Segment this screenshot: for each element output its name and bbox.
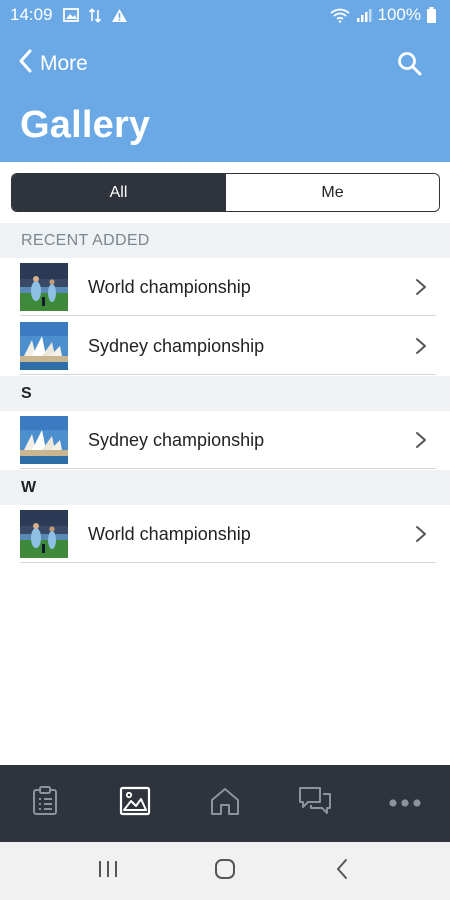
warning-icon bbox=[111, 8, 128, 23]
tab-more[interactable] bbox=[360, 765, 450, 842]
chevron-right-icon bbox=[414, 277, 428, 297]
wifi-icon bbox=[329, 8, 350, 23]
more-dots-icon bbox=[388, 795, 422, 813]
divider bbox=[20, 468, 436, 469]
search-button[interactable] bbox=[396, 50, 424, 78]
page-title: Gallery bbox=[20, 104, 151, 146]
chevron-right-icon bbox=[414, 430, 428, 450]
tab-chat[interactable] bbox=[270, 765, 360, 842]
tab-gallery[interactable] bbox=[90, 765, 180, 842]
item-label: World championship bbox=[88, 523, 251, 544]
top-navigation: More bbox=[0, 42, 450, 86]
signal-icon bbox=[356, 8, 372, 23]
recent-apps-button[interactable] bbox=[88, 851, 128, 891]
back-label: More bbox=[40, 52, 88, 75]
app-header: 14:09 100% More Gallery bbox=[0, 0, 450, 162]
back-button[interactable]: More bbox=[18, 42, 88, 86]
back-arrow-icon bbox=[335, 858, 349, 885]
football-photo-thumbnail bbox=[20, 510, 68, 558]
list-item[interactable]: World championship bbox=[0, 505, 450, 563]
tab-clipboard[interactable] bbox=[0, 765, 90, 842]
segment-all[interactable]: All bbox=[12, 174, 225, 211]
list-item[interactable]: Sydney championship bbox=[0, 411, 450, 469]
back-system-button[interactable] bbox=[322, 851, 362, 891]
status-time: 14:09 bbox=[10, 5, 53, 24]
section-header-s: S bbox=[0, 376, 450, 412]
chevron-left-icon bbox=[18, 49, 32, 79]
home-system-button[interactable] bbox=[205, 851, 245, 891]
image-notification-icon bbox=[62, 8, 79, 22]
list-item[interactable]: World championship bbox=[0, 258, 450, 316]
item-label: World championship bbox=[88, 276, 251, 297]
item-label: Sydney championship bbox=[88, 429, 265, 450]
segment-me[interactable]: Me bbox=[225, 174, 439, 211]
status-bar: 14:09 100% bbox=[0, 0, 450, 30]
clipboard-icon bbox=[31, 786, 59, 821]
opera-house-photo-thumbnail bbox=[20, 322, 68, 370]
home-button-icon bbox=[213, 857, 237, 886]
system-navigation-bar bbox=[0, 842, 450, 900]
chevron-right-icon bbox=[414, 524, 428, 544]
chevron-right-icon bbox=[414, 336, 428, 356]
search-icon bbox=[396, 52, 424, 82]
divider bbox=[20, 562, 436, 563]
recent-apps-icon bbox=[97, 859, 119, 884]
divider bbox=[20, 315, 436, 316]
battery-percent: 100% bbox=[377, 5, 421, 24]
filter-segmented-control: All Me bbox=[11, 173, 440, 212]
tab-home[interactable] bbox=[180, 765, 270, 842]
home-icon bbox=[209, 786, 241, 821]
bottom-tab-bar bbox=[0, 765, 450, 842]
chat-icon bbox=[298, 786, 332, 821]
battery-icon bbox=[427, 7, 436, 23]
section-header-recent: RECENT ADDED bbox=[0, 223, 450, 259]
football-photo-thumbnail bbox=[20, 263, 68, 311]
divider bbox=[20, 374, 436, 375]
section-header-w: W bbox=[0, 470, 450, 506]
opera-house-photo-thumbnail bbox=[20, 416, 68, 464]
data-transfer-icon bbox=[88, 7, 101, 23]
item-label: Sydney championship bbox=[88, 335, 265, 356]
list-item[interactable]: Sydney championship bbox=[0, 317, 450, 375]
image-icon bbox=[119, 786, 151, 821]
